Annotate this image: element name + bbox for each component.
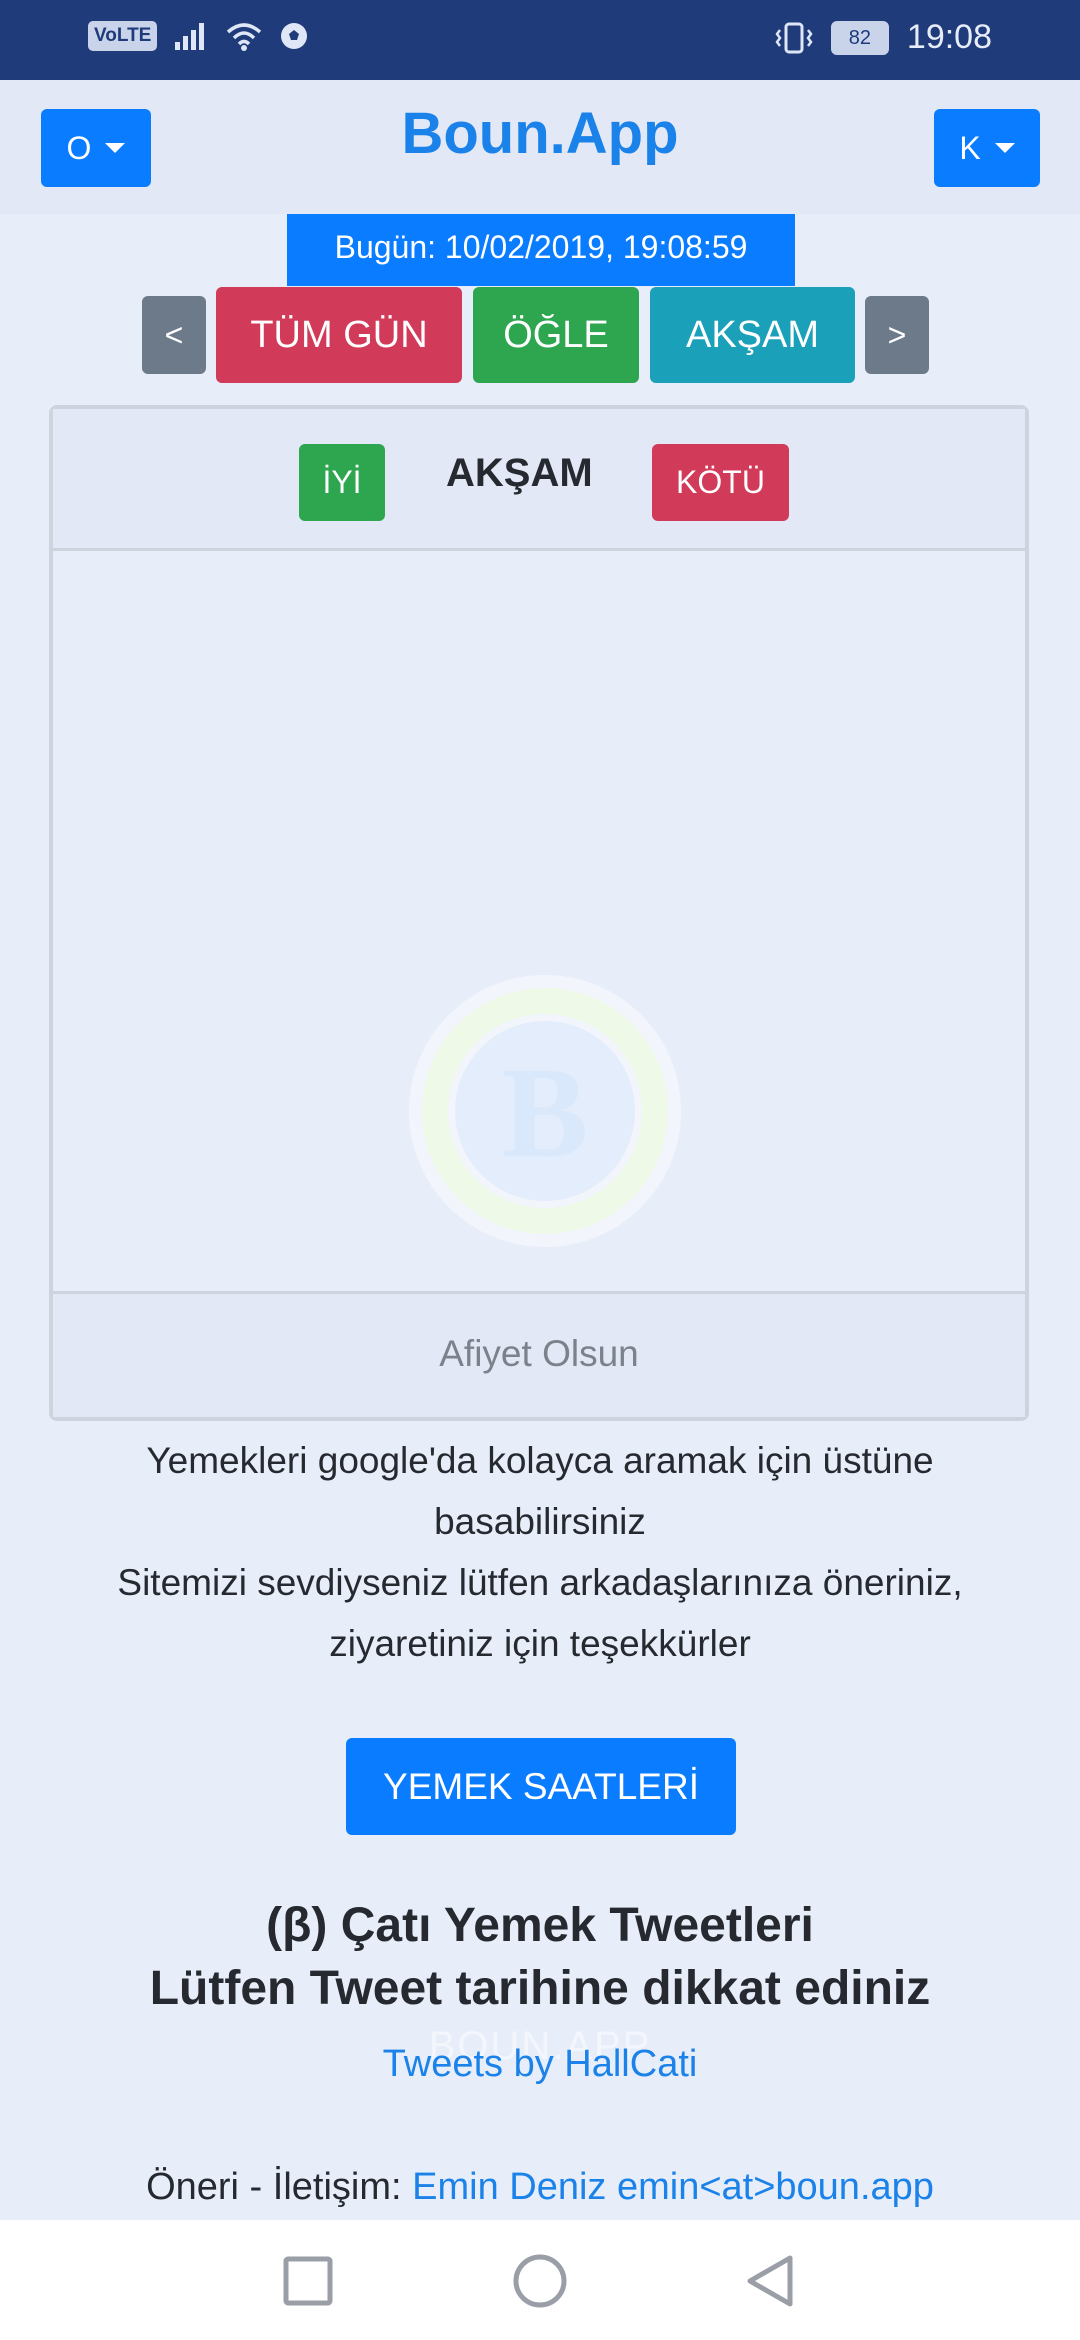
date-badge: Bugün: 10/02/2019, 19:08:59 — [287, 214, 795, 286]
logo-letter: B — [502, 1041, 589, 1185]
card-header: İYİ AKŞAM KÖTÜ — [53, 409, 1025, 551]
card-body: B — [53, 551, 1025, 1291]
info-line: Sitemizi sevdiyseniz lütfen arkadaşların… — [117, 1562, 963, 1603]
dinner-button[interactable]: AKŞAM — [650, 287, 855, 383]
lunch-button[interactable]: ÖĞLE — [473, 287, 639, 383]
tweets-heading: (β) Çatı Yemek Tweetleri Lütfen Tweet ta… — [0, 1894, 1080, 2020]
info-line: basabilirsiniz — [434, 1501, 646, 1542]
tweets-heading-line-2: Lütfen Tweet tarihine dikkat ediniz — [149, 1962, 931, 2015]
menu-card: İYİ AKŞAM KÖTÜ B Afiyet Olsun — [49, 405, 1029, 1421]
info-text: Yemekleri google'da kolayca aramak için … — [60, 1430, 1020, 1674]
status-right-icons: 82 19:08 — [775, 18, 992, 57]
right-dropdown-label: K — [959, 129, 981, 166]
app-navbar: O Boun.App K — [0, 80, 1080, 214]
prev-day-button[interactable]: < — [142, 296, 206, 374]
contact-link[interactable]: Emin Deniz emin<at>boun.app — [412, 2166, 934, 2208]
system-nav-bar — [0, 2220, 1080, 2340]
boun-logo-watermark: B — [409, 975, 681, 1247]
recents-icon[interactable] — [282, 2255, 334, 2307]
contact-label: Öneri - İletişim: — [146, 2166, 413, 2208]
brand-title[interactable]: Boun.App — [0, 100, 1080, 167]
status-left-icons: VoLTE — [88, 20, 309, 52]
bad-vote-button[interactable]: KÖTÜ — [652, 444, 789, 521]
back-icon[interactable] — [744, 2253, 796, 2309]
meal-hours-button[interactable]: YEMEK SAATLERİ — [346, 1738, 736, 1835]
vibrate-icon — [775, 22, 813, 53]
battery-icon: 82 — [830, 20, 889, 55]
signal-icon — [175, 23, 205, 50]
caret-down-icon — [994, 143, 1015, 153]
home-icon[interactable] — [512, 2253, 568, 2309]
all-day-button[interactable]: TÜM GÜN — [216, 287, 462, 383]
card-footer: Afiyet Olsun — [53, 1291, 1025, 1417]
good-vote-button[interactable]: İYİ — [299, 444, 385, 521]
info-line: ziyaretiniz için teşekkürler — [329, 1623, 751, 1664]
football-icon — [281, 23, 308, 49]
card-title: AKŞAM — [446, 451, 593, 495]
contact-line: Öneri - İletişim: Emin Deniz emin<at>bou… — [0, 2166, 1080, 2209]
next-day-button[interactable]: > — [865, 296, 929, 374]
wifi-icon — [227, 23, 262, 51]
volte-icon: VoLTE — [88, 21, 158, 51]
status-bar: VoLTE 82 19:08 — [0, 0, 1080, 80]
tweets-link[interactable]: Tweets by HallCati — [0, 2043, 1080, 2086]
right-dropdown-button[interactable]: K — [934, 109, 1040, 187]
status-clock: 19:08 — [906, 18, 992, 56]
tweets-heading-line-1: (β) Çatı Yemek Tweetleri — [266, 1899, 814, 1952]
info-line: Yemekleri google'da kolayca aramak için … — [146, 1440, 934, 1481]
